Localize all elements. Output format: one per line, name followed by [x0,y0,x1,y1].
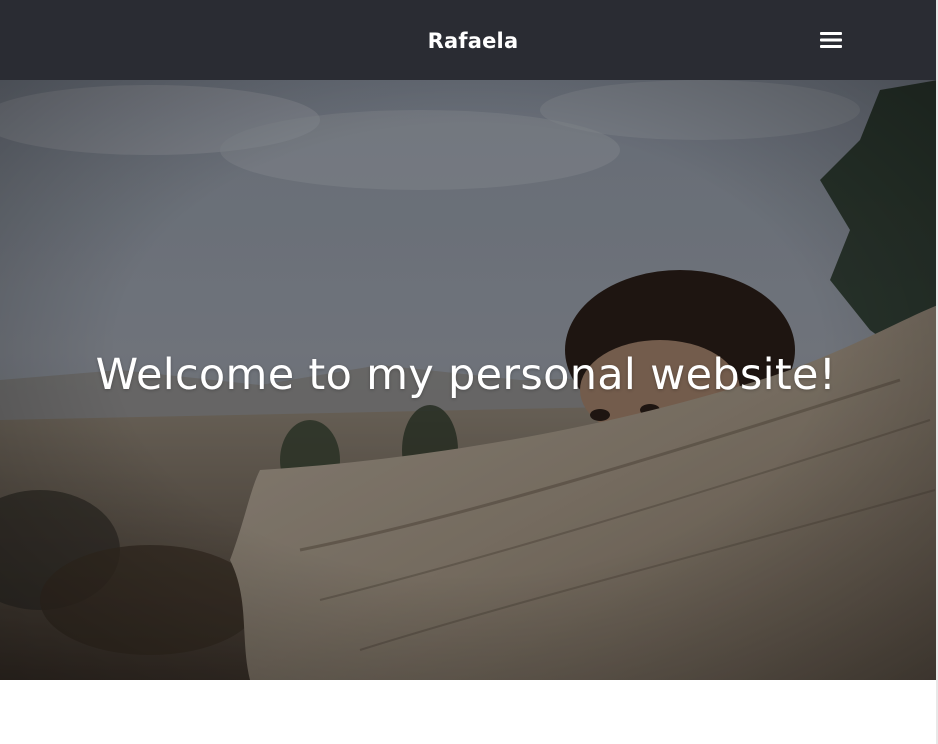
hamburger-menu-icon[interactable] [814,27,848,53]
hero-title: Welcome to my personal website! [95,350,837,400]
hero-section: Welcome to my personal website! [0,80,938,680]
navbar: Rafaela [0,0,938,80]
site-brand[interactable]: Rafaela [0,0,938,80]
content-section [0,680,938,744]
